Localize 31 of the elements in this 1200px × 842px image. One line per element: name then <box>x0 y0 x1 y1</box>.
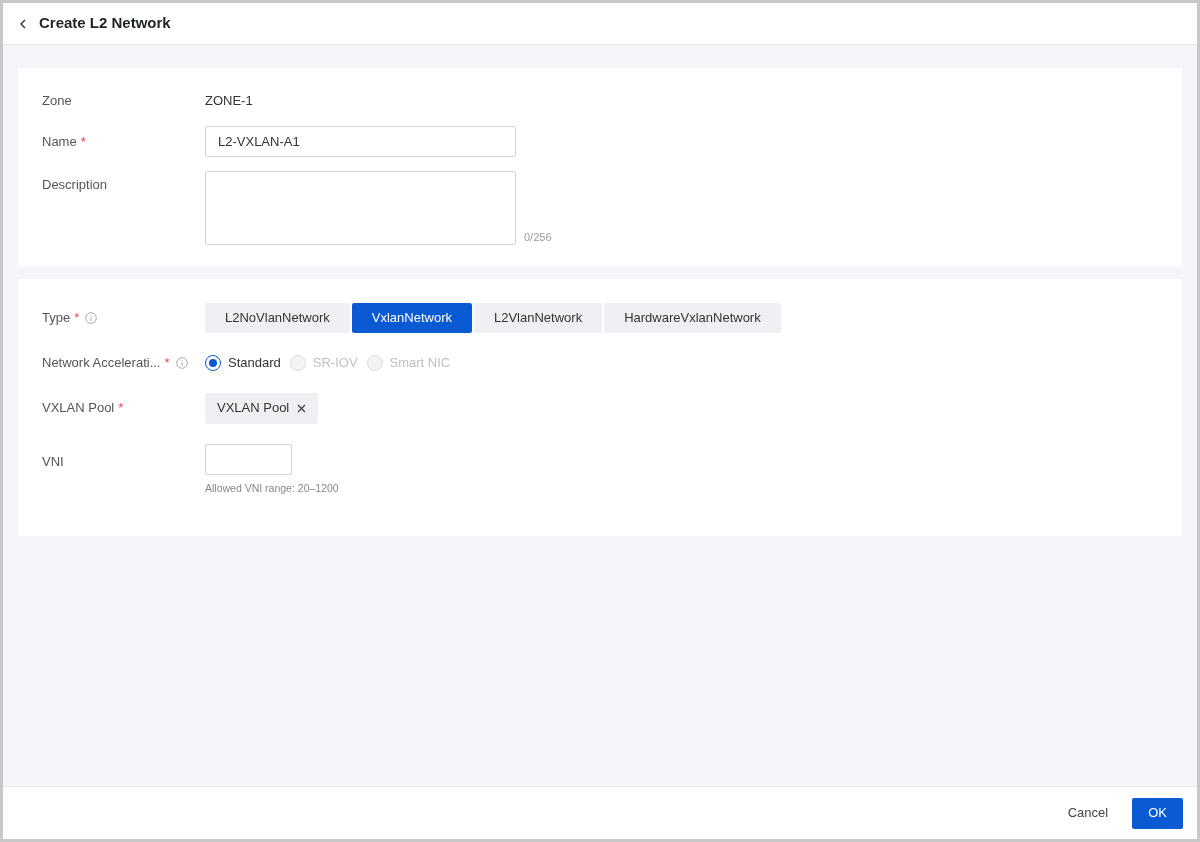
type-option[interactable]: HardwareVxlanNetwork <box>604 303 781 333</box>
radio-button[interactable] <box>205 354 221 371</box>
close-icon[interactable] <box>297 403 307 413</box>
type-option[interactable]: VxlanNetwork <box>351 303 472 333</box>
required-mark: * <box>164 354 170 372</box>
zone-value: ZONE-1 <box>205 92 253 111</box>
vni-hint: Allowed VNI range: 20–1200 <box>205 480 339 496</box>
field-label: Name <box>42 132 77 151</box>
tag-label: VXLAN Pool <box>217 399 290 418</box>
field-label: Description <box>42 176 108 194</box>
required-mark: * <box>74 309 80 328</box>
required-mark: * <box>118 399 124 418</box>
field-label: Zone <box>42 92 72 111</box>
name-input[interactable]: L2-VXLAN-A1 <box>205 126 516 157</box>
radio-label: SR-IOV <box>312 354 358 372</box>
field-label: Type <box>42 309 71 328</box>
radio-label: Standard <box>228 354 281 372</box>
radio-label: Smart NIC <box>389 354 451 372</box>
back-chevron-icon[interactable] <box>19 18 27 29</box>
vni-input[interactable] <box>205 443 292 475</box>
ok-button[interactable]: OK <box>1132 797 1183 829</box>
page-title: Create L2 Network <box>39 13 171 34</box>
field-label: VXLAN Pool <box>42 399 115 418</box>
type-option[interactable]: L2NoVlanNetwork <box>205 303 350 333</box>
field-label: Network Accelerati... <box>42 354 161 372</box>
type-option[interactable]: L2VlanNetwork <box>474 303 603 333</box>
field-label: VNI <box>42 452 64 471</box>
description-textarea[interactable] <box>205 171 516 245</box>
required-mark: * <box>80 132 86 151</box>
cancel-button[interactable]: Cancel <box>1055 797 1121 829</box>
character-counter: 0/256 <box>524 229 552 245</box>
